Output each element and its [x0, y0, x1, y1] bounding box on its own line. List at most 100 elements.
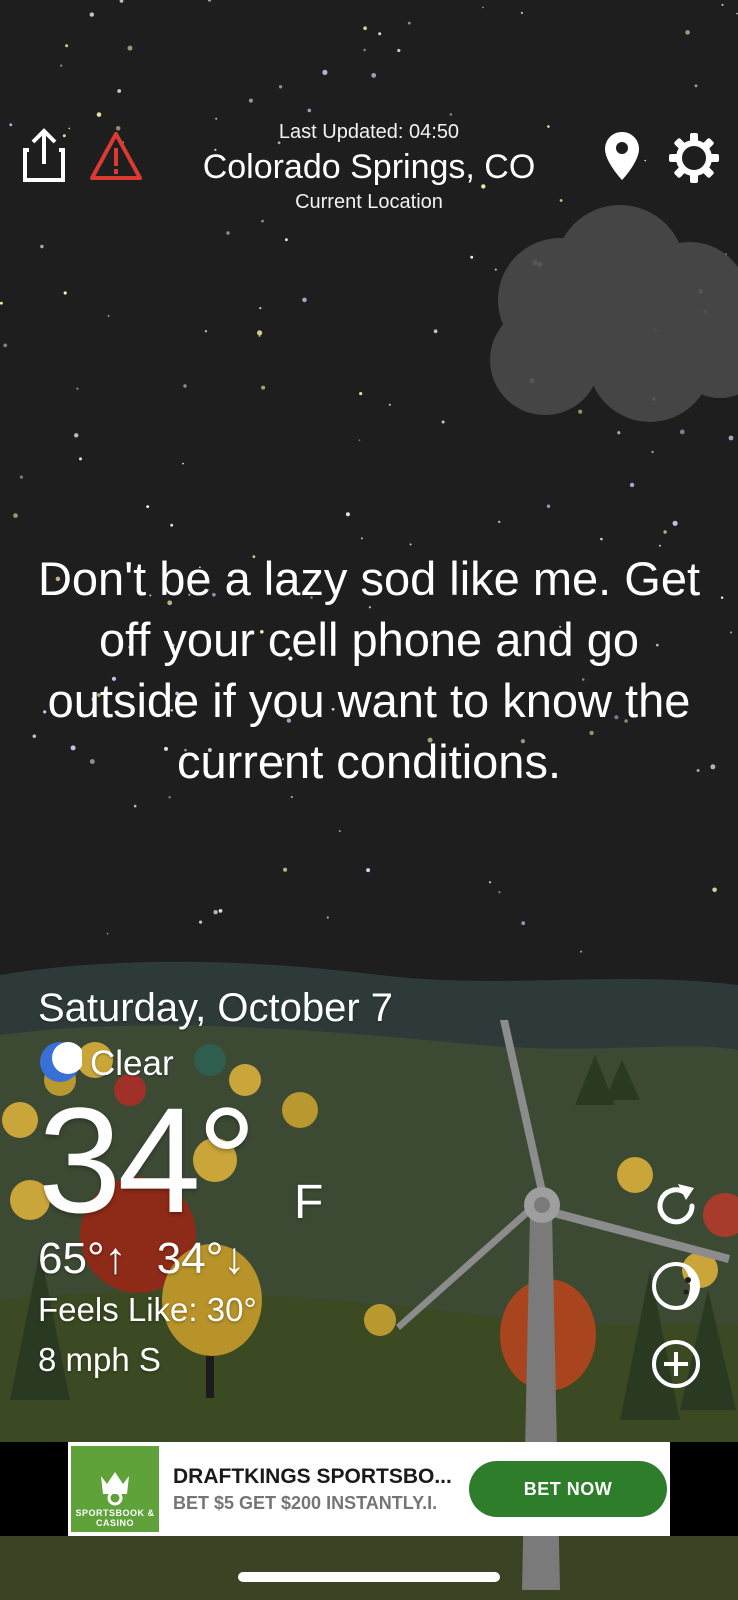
star	[407, 21, 411, 25]
ad-cta-button[interactable]: BET NOW	[469, 1461, 667, 1517]
star	[261, 219, 264, 223]
star	[248, 98, 253, 103]
star	[672, 520, 678, 526]
star	[694, 84, 698, 88]
alert-icon[interactable]	[86, 126, 146, 186]
star	[257, 330, 263, 336]
star	[218, 909, 223, 913]
star	[65, 44, 69, 48]
star	[363, 26, 367, 31]
location-header: Last Updated: 04:50 Colorado Springs, CO…	[170, 118, 568, 216]
star	[0, 301, 3, 305]
ad-banner[interactable]: SPORTSBOOK & CASINO DRAFTKINGS SPORTSBO.…	[68, 1442, 670, 1536]
wind-label: 8 mph S	[38, 1341, 161, 1378]
star	[409, 543, 412, 546]
star	[19, 475, 23, 479]
star	[521, 921, 526, 926]
star	[388, 403, 391, 406]
star	[199, 920, 203, 924]
star	[213, 910, 218, 915]
ad-copy: DRAFTKINGS SPORTSBO... BET $5 GET $200 I…	[173, 1465, 461, 1514]
current-location-label: Current Location	[295, 191, 443, 213]
star	[470, 255, 474, 259]
star	[363, 48, 366, 52]
star	[397, 48, 401, 53]
star	[170, 523, 174, 527]
star	[685, 30, 690, 35]
star	[433, 329, 438, 334]
star	[259, 307, 262, 310]
star	[520, 11, 524, 15]
star	[498, 891, 501, 894]
star	[3, 343, 8, 348]
star	[74, 433, 79, 438]
star	[226, 231, 230, 235]
star	[489, 881, 491, 884]
refresh-icon[interactable]	[646, 1176, 706, 1236]
star	[127, 45, 133, 51]
star	[13, 513, 18, 518]
star	[204, 330, 208, 333]
star	[449, 113, 453, 116]
star	[290, 795, 293, 799]
weather-screen: Last Updated: 04:50 Colorado Springs, CO…	[0, 0, 738, 1600]
star	[600, 537, 603, 541]
star	[546, 504, 551, 508]
star	[76, 387, 79, 390]
star	[96, 112, 102, 117]
star	[106, 932, 109, 935]
star	[345, 512, 350, 517]
star	[720, 596, 724, 599]
ad-title: DRAFTKINGS SPORTSBO...	[173, 1464, 452, 1488]
location-pin-icon[interactable]	[592, 126, 652, 186]
ad-logo: SPORTSBOOK & CASINO	[71, 1446, 159, 1532]
star	[9, 123, 13, 127]
star	[658, 544, 661, 547]
home-indicator[interactable]	[238, 1572, 500, 1582]
star	[302, 297, 307, 303]
moon-phase-icon[interactable]	[646, 1256, 706, 1316]
star	[326, 916, 329, 919]
add-icon[interactable]	[646, 1334, 706, 1394]
crown-icon	[101, 1472, 129, 1506]
location-name[interactable]: Colorado Springs, CO	[170, 146, 568, 188]
star	[498, 520, 501, 524]
star	[359, 392, 363, 396]
gear-icon[interactable]	[664, 128, 724, 188]
star	[441, 420, 445, 424]
star	[578, 409, 583, 414]
star	[60, 64, 63, 67]
star	[261, 385, 266, 390]
weather-summary: Saturday, October 7 Clear 34° F 65°↑ 34°…	[38, 985, 478, 1385]
star	[117, 89, 122, 93]
last-updated-label: Last Updated: 04:50	[278, 121, 460, 143]
star	[338, 830, 341, 833]
date-label: Saturday, October 7	[38, 986, 393, 1030]
star	[651, 450, 654, 454]
share-icon[interactable]	[14, 126, 74, 186]
star	[580, 950, 583, 953]
star	[146, 505, 150, 508]
star	[358, 439, 361, 442]
star	[182, 462, 184, 465]
star	[679, 429, 685, 435]
temperature-row: 34° F	[38, 1085, 478, 1235]
star	[63, 291, 67, 295]
temperature-unit[interactable]: F	[294, 1177, 323, 1229]
star	[168, 796, 171, 799]
star	[366, 868, 371, 873]
star	[629, 482, 635, 488]
star	[371, 73, 377, 78]
star	[183, 384, 187, 388]
star	[278, 85, 283, 89]
star	[89, 12, 95, 17]
star	[360, 537, 363, 540]
star	[482, 6, 484, 9]
star	[133, 804, 137, 808]
star	[40, 244, 44, 249]
star	[283, 867, 288, 872]
star	[285, 238, 288, 242]
star	[729, 631, 733, 634]
star	[307, 108, 312, 113]
star	[378, 32, 382, 36]
